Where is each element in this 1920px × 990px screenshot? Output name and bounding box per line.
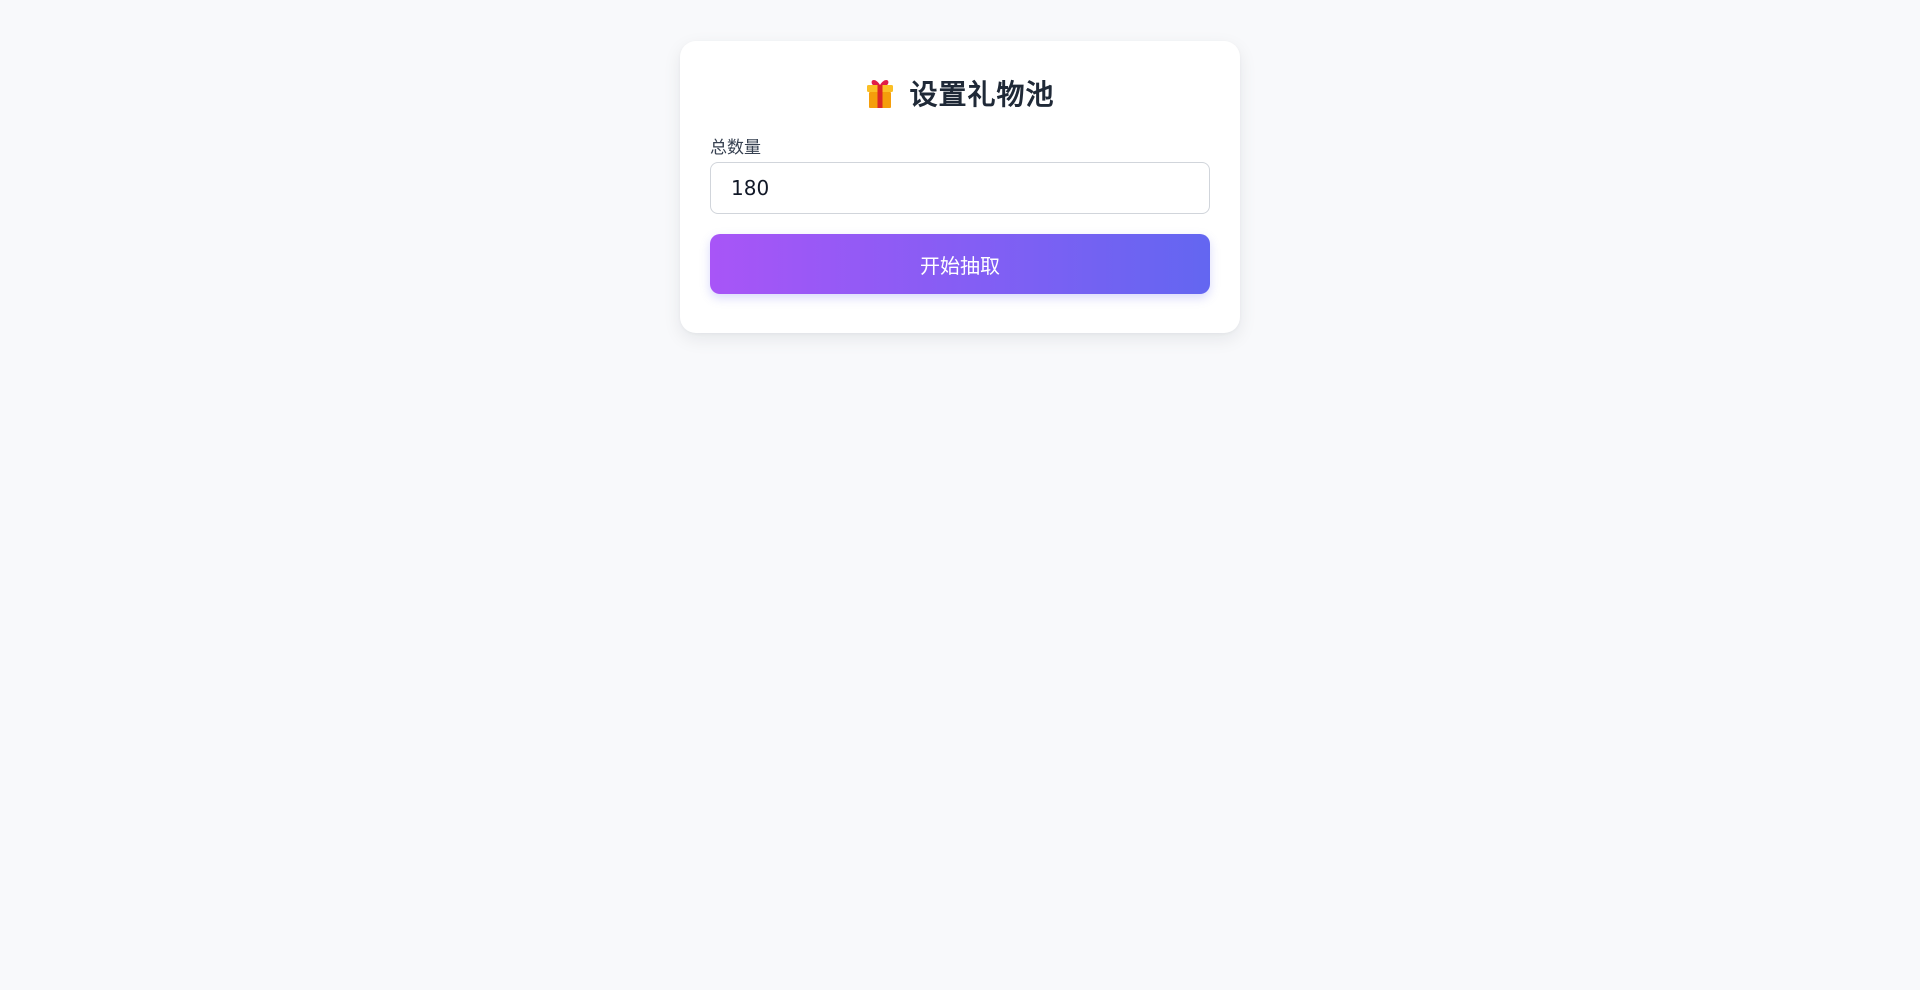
total-quantity-field [710, 162, 1210, 214]
total-quantity-label: 总数量 [710, 138, 761, 158]
gift-icon [865, 77, 895, 109]
card-header: 设置礼物池 [710, 73, 1210, 113]
gift-pool-card: 设置礼物池 总数量 开始抽取 [680, 41, 1240, 333]
start-draw-button[interactable]: 开始抽取 [710, 234, 1210, 294]
total-quantity-input[interactable] [710, 162, 1210, 214]
page-title: 设置礼物池 [909, 78, 1055, 111]
